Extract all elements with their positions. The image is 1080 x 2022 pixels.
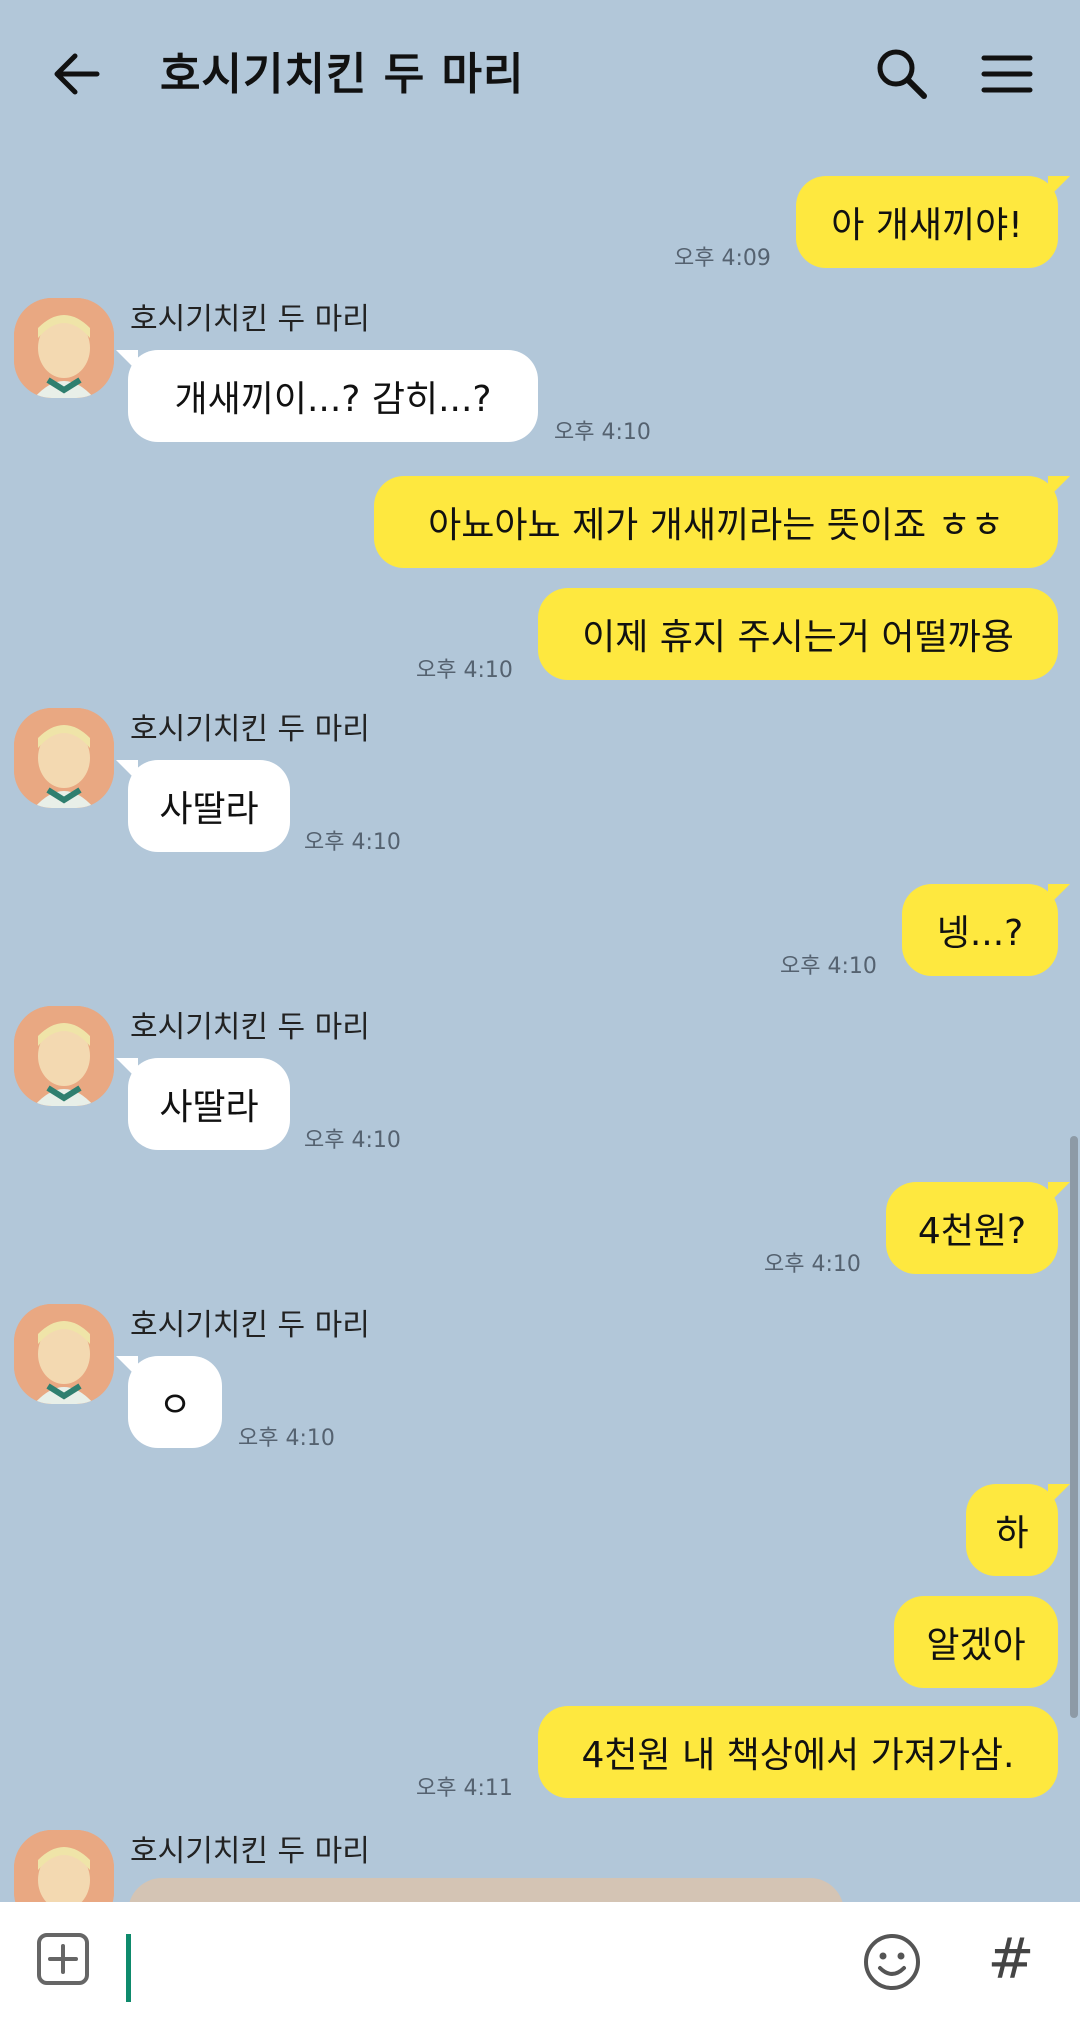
chat-message-list[interactable]: 오후 4:09 아 개새끼야! 호시기치킨 두 마리 개새끼이...? 감히..… xyxy=(0,140,1080,1930)
my-message-bubble[interactable]: 이제 휴지 주시는거 어떨까용 xyxy=(538,588,1058,680)
chat-title: 호시기치킨 두 마리 xyxy=(160,49,525,100)
their-message-bubble[interactable]: 사딸라 xyxy=(116,1058,290,1150)
profile-photo xyxy=(14,1006,114,1106)
message-input-bar: # xyxy=(0,1902,1080,2022)
my-message-bubble[interactable]: 아뇨아뇨 제가 개새끼라는 뜻이죠 ㅎㅎ xyxy=(374,476,1070,568)
search-button[interactable] xyxy=(872,44,932,104)
my-message-bubble[interactable]: 알겠아 xyxy=(894,1596,1058,1688)
avatar[interactable] xyxy=(14,298,114,398)
profile-photo xyxy=(14,1304,114,1404)
message-time: 오후 4:11 xyxy=(416,1776,513,1801)
sender-name: 호시기치킨 두 마리 xyxy=(130,1010,370,1045)
menu-button[interactable] xyxy=(978,44,1038,104)
their-message-bubble[interactable]: 사딸라 xyxy=(116,760,290,852)
message-time: 오후 4:10 xyxy=(304,830,401,855)
my-message-bubble[interactable]: 넹...? xyxy=(902,884,1070,976)
back-button[interactable] xyxy=(44,42,108,106)
plus-square-icon xyxy=(37,1933,89,1985)
avatar[interactable] xyxy=(14,1304,114,1404)
hamburger-menu-icon xyxy=(981,55,1033,93)
message-time: 오후 4:10 xyxy=(554,420,651,445)
profile-photo xyxy=(14,708,114,808)
emoji-smile-icon xyxy=(864,1934,920,1990)
message-time: 오후 4:10 xyxy=(238,1426,335,1451)
my-message-bubble[interactable]: 아 개새끼야! xyxy=(796,176,1070,268)
add-attachment-button[interactable] xyxy=(36,1932,90,1986)
my-message-bubble[interactable]: 4천원? xyxy=(886,1182,1070,1274)
chat-header: 호시기치킨 두 마리 xyxy=(0,0,1080,140)
sender-name: 호시기치킨 두 마리 xyxy=(130,302,370,337)
arrow-left-icon xyxy=(54,53,100,95)
chat-scrollbar[interactable] xyxy=(1070,1136,1078,1718)
profile-photo xyxy=(14,298,114,398)
sender-name: 호시기치킨 두 마리 xyxy=(130,1308,370,1343)
avatar[interactable] xyxy=(14,1006,114,1106)
message-time: 오후 4:10 xyxy=(304,1128,401,1153)
message-time: 오후 4:10 xyxy=(416,658,513,683)
sender-name: 호시기치킨 두 마리 xyxy=(130,1834,370,1869)
message-input-field[interactable] xyxy=(126,1934,131,2002)
their-message-bubble[interactable]: ㅇ xyxy=(116,1356,222,1448)
sender-name: 호시기치킨 두 마리 xyxy=(130,712,370,747)
my-message-bubble[interactable]: 4천원 내 책상에서 가져가삼. xyxy=(538,1706,1058,1798)
message-time: 오후 4:10 xyxy=(780,954,877,979)
my-message-bubble[interactable]: 하 xyxy=(966,1484,1070,1576)
avatar[interactable] xyxy=(14,708,114,808)
hashtag-search-button[interactable]: # xyxy=(984,1928,1038,1992)
search-icon xyxy=(877,49,927,99)
their-message-bubble[interactable]: 개새끼이...? 감히...? xyxy=(116,350,538,442)
message-time: 오후 4:09 xyxy=(674,246,771,271)
message-time: 오후 4:10 xyxy=(764,1252,861,1277)
emoji-button[interactable] xyxy=(862,1932,922,1992)
